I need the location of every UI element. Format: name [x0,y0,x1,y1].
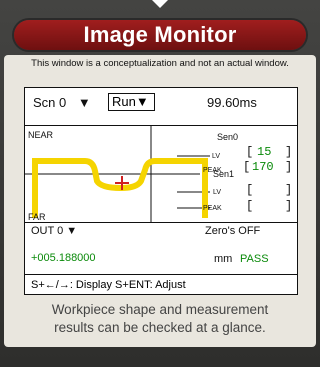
sen0-peak-label: PEAK [203,167,222,174]
bracket-open: [ [246,183,254,197]
near-label: NEAR [28,130,54,140]
measurement-unit: mm [214,253,233,265]
title-bar: Image Monitor [14,20,306,50]
scene-dropdown-icon[interactable]: ▼ [78,95,91,110]
sen0-lv-label: LV [212,153,221,160]
caption: Workpiece shape and measurement results … [4,301,316,337]
scene-select[interactable]: Scn 0 ▼ [33,95,91,110]
profile-graph: NEAR FAR Sen0 Sen1 LV PEAK LV PEAK [ 15 … [25,125,297,223]
caption-line-1: Workpiece shape and measurement [51,302,269,317]
image-monitor-frame: Image Monitor This window is a conceptua… [0,0,320,367]
disclaimer-note: This window is a conceptualization and n… [31,58,289,69]
cycle-time: 99.60ms [207,95,257,110]
output-select[interactable]: OUT 0 ▼ [31,225,77,237]
bracket-open: [ [243,160,251,174]
sen0-label: Sen0 [217,132,239,142]
zero-status: Zero's OFF [205,225,261,237]
sen0-peak-value: 170 [252,160,274,174]
scene-label: Scn 0 [33,95,67,110]
profile-graph-svg [25,126,210,222]
bracket-open: [ [246,199,254,213]
bracket-close: ] [285,145,293,159]
mode-select[interactable]: Run▼ [108,93,155,111]
sen1-peak-label: PEAK [203,205,222,212]
bracket-open: [ [246,145,254,159]
monitor-screen: Scn 0 ▼ Run▼ 99.60ms NEAR FAR Sen0 Sen1 … [24,87,298,295]
workpiece-profile-line [32,158,208,218]
far-label: FAR [28,212,46,222]
caption-line-2: results can be checked at a glance. [54,320,266,335]
pointer-arrow-icon [150,0,170,8]
bracket-close: ] [285,183,293,197]
bracket-close: ] [285,160,293,174]
judgement-result: PASS [240,253,269,265]
page-title: Image Monitor [83,22,237,47]
key-help-bar: S+←/→: Display S+ENT: Adjust [25,274,297,294]
sen0-lv-value: 15 [257,145,272,159]
sen1-lv-label: LV [213,189,222,196]
measurement-value: +005.188000 [31,252,96,264]
bracket-close: ] [285,199,293,213]
